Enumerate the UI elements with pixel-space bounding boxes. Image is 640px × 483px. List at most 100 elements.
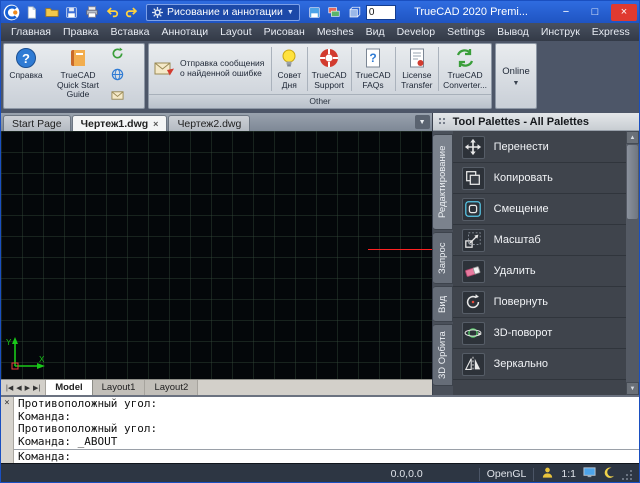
quick-start-guide-button[interactable]: TrueCAD Quick Start Guide [47,45,109,109]
tab-vyvod[interactable]: Вывод [491,25,535,39]
coordinates-display: 0.0,0.0 [391,468,423,480]
prev-layout-button[interactable]: ◀ [16,384,21,392]
move-icon [462,136,485,159]
truecad-window: Рисование и аннотации ▼ TrueCAD 2020 Pre… [0,0,640,483]
tab-meshes[interactable]: Meshes [311,25,360,39]
open-folder-icon[interactable] [43,4,60,21]
truecad-logo-icon[interactable] [3,4,20,21]
online-button[interactable]: Online [502,66,529,77]
book-icon [67,47,89,69]
license-transfer-button[interactable]: License Transfer [397,45,436,93]
svg-text:?: ? [369,51,376,65]
scale-indicator[interactable]: 1:1 [561,468,576,480]
refresh-icon[interactable] [111,47,124,65]
truecad-converter-button[interactable]: TrueCAD Converter... [441,45,489,93]
close-button[interactable]: × [611,4,637,21]
new-file-icon[interactable] [23,4,40,21]
resize-grip[interactable] [622,469,633,480]
close-icon[interactable]: × [4,398,9,408]
tab-vid[interactable]: Вид [360,25,391,39]
save-as-icon[interactable] [306,4,323,21]
layout-tab-model[interactable]: Model [46,380,92,395]
tab-glavnaya[interactable]: Главная [5,25,57,39]
palette-scrollbar[interactable]: ▲ ▼ [626,131,639,395]
tip-of-day-button[interactable]: Совет Дня [274,45,305,93]
tab-develop[interactable]: Develop [391,25,442,39]
minimize-button[interactable]: − [553,4,579,21]
lightbulb-icon [278,47,300,69]
print-icon[interactable] [83,4,100,21]
doc-tab-drawing2[interactable]: Чертеж2.dwg [168,115,250,131]
tab-list-dropdown[interactable]: ▼ [415,115,430,129]
tool-scale[interactable]: Масштаб [453,225,626,256]
tab-instrumenty[interactable]: Инструк [535,25,586,39]
tool-copy[interactable]: Копировать [453,163,626,194]
tool-move[interactable]: Перенести [453,132,626,163]
scroll-down-icon[interactable]: ▼ [626,382,639,395]
truecad-faqs-button[interactable]: ? TrueCAD FAQs [353,45,392,93]
first-layout-button[interactable]: |◀ [6,384,13,392]
tab-pravka[interactable]: Правка [57,25,104,39]
title-bar: Рисование и аннотации ▼ TrueCAD 2020 Pre… [1,1,639,23]
command-input[interactable]: Команда: [14,449,639,463]
tab-risovanie[interactable]: Рисован [258,25,311,39]
tool-offset[interactable]: Смещение [453,194,626,225]
offset-icon [462,198,485,221]
tool-rotate[interactable]: Повернуть [453,287,626,318]
command-window: × Противоположный угол: Команда: Противо… [1,395,639,463]
tool-3d-rotate[interactable]: 3D-поворот [453,318,626,349]
crosshair-line [368,249,432,250]
palette-tab-query[interactable]: Запрос [433,232,453,284]
cube-icon[interactable] [346,4,363,21]
tab-layout[interactable]: Layout [214,25,258,39]
status-bar: 0.0,0.0 OpenGL 1:1 [1,463,639,483]
mail-icon[interactable] [111,89,124,107]
globe-icon[interactable] [111,68,124,86]
group-label-other[interactable]: Other [149,94,491,108]
palette-tab-3d-orbit[interactable]: 3D Орбита [433,324,453,386]
next-layout-button[interactable]: ▶ [25,384,30,392]
save-icon[interactable] [63,4,80,21]
svg-text:Y: Y [6,338,12,347]
layers-icon[interactable] [326,4,343,21]
redo-icon[interactable] [123,4,140,21]
scrollbar-thumb[interactable] [627,145,638,219]
undo-icon[interactable] [103,4,120,21]
tab-annotacii[interactable]: Аннотаци [155,25,214,39]
workspace-selector[interactable]: Рисование и аннотации ▼ [146,4,300,21]
rotate-icon [462,291,485,314]
drawing-canvas[interactable]: Y X [1,131,432,379]
palette-tab-view[interactable]: Вид [433,286,453,322]
command-history-line: Команда: _ABOUT [18,436,635,449]
erase-icon [462,260,485,283]
elevation-field[interactable] [366,5,396,20]
palette-tab-editing[interactable]: Редактирование [433,134,453,230]
truecad-support-button[interactable]: TrueCAD Support [310,45,349,93]
layout-tab-layout2[interactable]: Layout2 [145,380,198,395]
palette-body: Редактирование Запрос Вид 3D Орбита Пере… [433,131,639,395]
tab-express[interactable]: Express [586,25,636,39]
help-button[interactable]: ? Справка [6,45,46,109]
user-icon[interactable] [541,466,554,482]
last-layout-button[interactable]: ▶| [33,384,40,392]
scroll-up-icon[interactable]: ▲ [626,131,639,144]
moon-icon[interactable] [603,467,615,482]
maximize-button[interactable]: □ [582,4,608,21]
doc-tab-drawing1[interactable]: Чертеж1.dwg × [72,115,168,131]
tab-settings[interactable]: Settings [441,25,491,39]
tool-mirror[interactable]: Зеркально [453,349,626,380]
close-icon[interactable]: × [153,119,158,129]
tab-addon[interactable]: Add-On [636,25,640,39]
doc-tab-start-page[interactable]: Start Page [3,115,71,131]
license-icon [406,47,428,69]
chevron-down-icon[interactable]: ▼ [513,80,520,87]
tab-vstavka[interactable]: Вставка [104,25,155,39]
monitor-icon[interactable] [583,466,596,482]
palette-title-bar[interactable]: Tool Palettes - All Palettes [433,113,639,131]
layout-tab-layout1[interactable]: Layout1 [93,380,146,395]
ribbon-group-help: ? Справка TrueCAD Quick Start Guide Спра… [3,43,145,109]
renderer-label[interactable]: OpenGL [487,468,527,480]
tool-erase[interactable]: Удалить [453,256,626,287]
send-error-report-button[interactable]: Отправка сообщения о найденной ошибке [151,45,269,93]
palette-tool-list: Перенести Копировать Смещение [453,131,626,395]
